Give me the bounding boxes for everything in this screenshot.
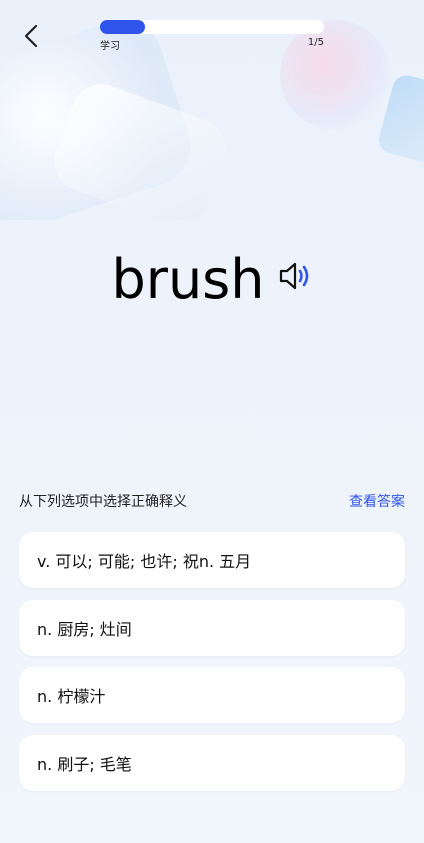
word-display: brush — [0, 244, 424, 314]
speaker-icon[interactable] — [277, 258, 313, 294]
back-button[interactable] — [18, 22, 46, 50]
progress-bar — [100, 20, 324, 34]
chevron-left-icon — [24, 24, 38, 48]
option-2[interactable]: n. 厨房; 灶间 — [19, 599, 405, 656]
progress-fill — [100, 20, 145, 34]
option-4[interactable]: n. 刷子; 毛笔 — [19, 734, 405, 791]
show-answer-link[interactable]: 查看答案 — [349, 491, 405, 511]
progress-count: 1/5 — [307, 37, 324, 48]
quiz-prompt: 从下列选项中选择正确释义 — [19, 494, 187, 510]
options-list: v. 可以; 可能; 也许; 祝n. 五月 n. 厨房; 灶间 n. 柠檬汁 n… — [19, 532, 405, 802]
option-3[interactable]: n. 柠檬汁 — [19, 667, 405, 723]
vocabulary-word: brush — [111, 247, 265, 311]
progress-label: 学习 — [100, 41, 120, 52]
option-1[interactable]: v. 可以; 可能; 也许; 祝n. 五月 — [19, 532, 405, 588]
